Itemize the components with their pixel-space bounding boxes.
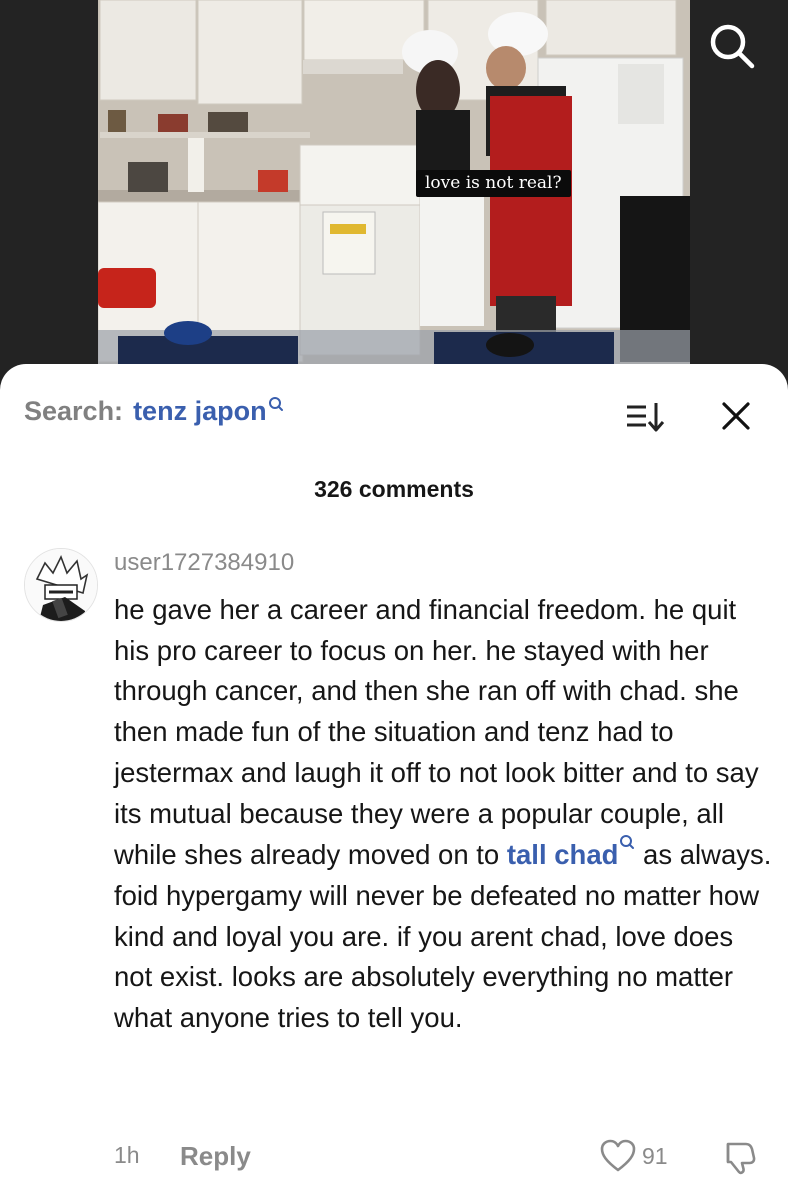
comment-link-label[interactable]: tall chad xyxy=(507,839,619,870)
search-icon[interactable] xyxy=(706,20,758,72)
comment-text-part1: he gave her a career and financial freed… xyxy=(114,594,759,871)
comment-count: 326 comments xyxy=(314,476,474,502)
search-mini-icon xyxy=(268,397,283,411)
close-icon[interactable] xyxy=(720,400,752,432)
search-prefix: Search: xyxy=(24,396,124,426)
search-suggestion[interactable]: Search: tenz japon xyxy=(24,396,284,427)
search-mini-icon xyxy=(620,835,635,850)
comment-text: he gave her a career and financial freed… xyxy=(114,590,774,1039)
heart-icon xyxy=(600,1139,636,1172)
avatar[interactable] xyxy=(24,548,98,622)
search-term-link[interactable]: tenz japon xyxy=(133,396,267,427)
dislike-icon[interactable] xyxy=(720,1138,758,1176)
video-player[interactable]: love is not real? xyxy=(0,0,788,400)
reply-button[interactable]: Reply xyxy=(180,1141,251,1172)
video-frame: love is not real? xyxy=(98,0,690,372)
like-button[interactable]: 91 xyxy=(600,1139,668,1173)
video-caption: love is not real? xyxy=(416,170,571,197)
comment-search-link[interactable]: tall chad xyxy=(507,835,636,870)
comment-username[interactable]: user1727384910 xyxy=(114,549,294,577)
avatar-image xyxy=(25,549,97,621)
video-scene xyxy=(98,0,690,372)
like-count: 91 xyxy=(642,1142,668,1169)
sort-icon[interactable] xyxy=(624,400,666,434)
comment-timestamp: 1h xyxy=(114,1142,140,1168)
